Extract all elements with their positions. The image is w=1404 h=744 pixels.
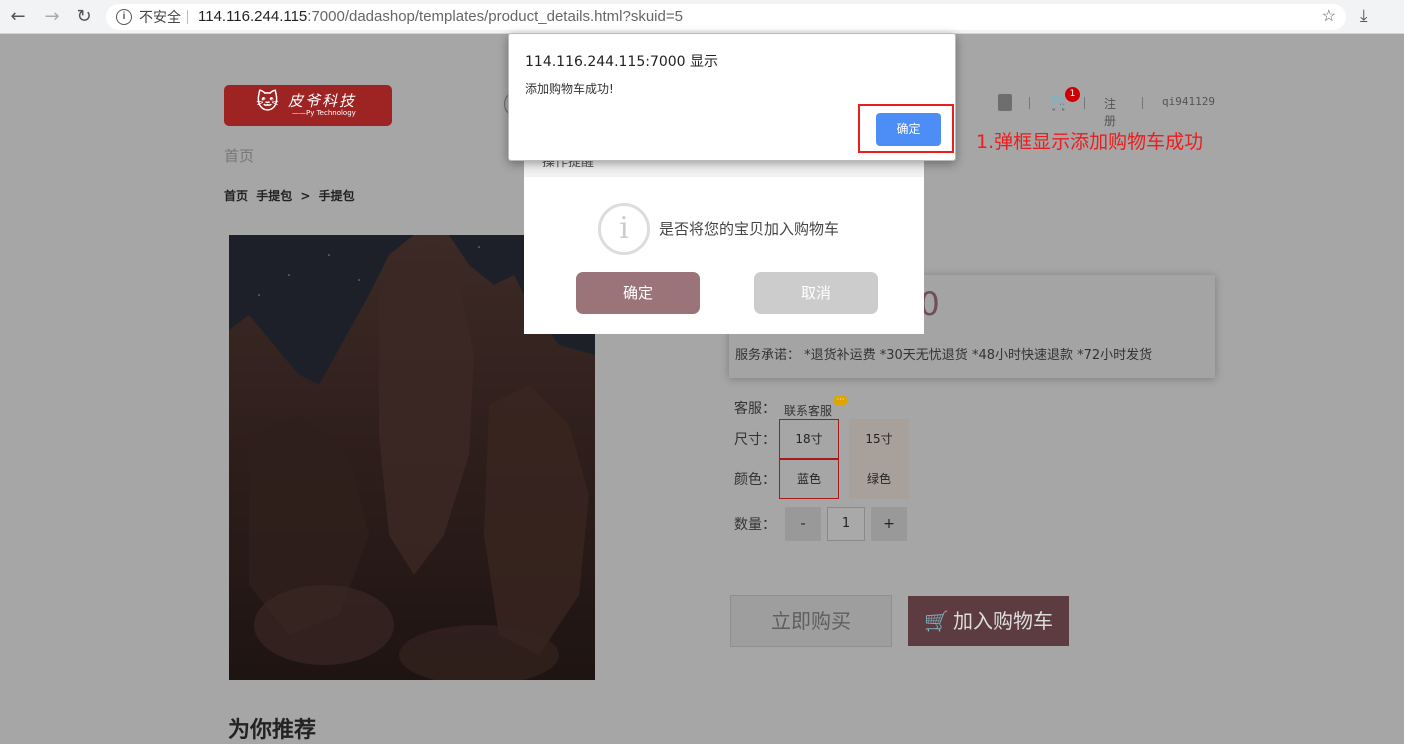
register-link[interactable]: 注册 [1104,95,1116,129]
add-to-cart-label: 加入购物车 [952,609,1053,633]
color-label: 颜色： [734,472,776,488]
annotation-text: 1.弹框显示添加购物车成功 [976,131,1204,153]
url-path: :7000/dadashop/templates/product_details… [307,8,683,25]
size-label: 尺寸： [734,432,776,448]
quantity-input[interactable]: 1 [827,507,865,541]
reload-icon[interactable]: ↻ [72,5,96,29]
confirm-dialog: 操作提醒 i 是否将您的宝贝加入购物车 确定 取消 [524,144,924,334]
size-option-15[interactable]: 15寸 [849,419,909,459]
breadcrumb-home[interactable]: 首页 [224,189,248,203]
color-option-green[interactable]: 绿色 [849,459,909,499]
download-icon[interactable]: ⤓ [1360,6,1368,26]
insecure-label: 不安全 [139,9,181,25]
recommend-title: 为你推荐 [228,718,317,743]
contact-service-link[interactable]: 联系客服 [784,402,832,419]
url-text[interactable]: 114.116.244.115:7000/dadashop/templates/… [198,4,683,30]
logo-title: 皮爷科技 [288,92,357,110]
info-icon: i [598,203,650,255]
annotation-highlight-box [858,104,954,153]
url-host: 114.116.244.115 [198,8,308,25]
cart-icon: 🛒 [924,609,949,633]
size-option-18[interactable]: 18寸 [779,419,839,459]
bookmark-star-icon[interactable]: ☆ [1322,4,1336,30]
chat-bubble-icon[interactable]: ··· [834,396,847,405]
alert-message: 添加购物车成功! [525,82,614,96]
breadcrumb-separator: > [300,189,311,203]
browser-toolbar: ← → ↻ i 不安全 114.116.244.115:7000/dadasho… [0,0,1404,34]
back-icon[interactable]: ← [6,5,30,29]
quantity-increase-button[interactable]: + [871,507,907,541]
username-link[interactable]: qi941129 [1162,95,1215,108]
forward-icon[interactable]: → [40,5,64,29]
address-bar[interactable]: i 不安全 114.116.244.115:7000/dadashop/temp… [106,4,1346,30]
alert-origin: 114.116.244.115:7000 显示 [525,54,719,70]
logo-subtitle: ——Py Technology [292,109,356,117]
buy-now-button[interactable]: 立即购买 [730,595,892,647]
cs-label: 客服： [734,401,776,417]
add-to-cart-button[interactable]: 🛒 加入购物车 [908,596,1069,646]
quantity-decrease-button[interactable]: - [785,507,821,541]
nav-divider [1142,97,1143,109]
breadcrumb-category[interactable]: 手提包 [256,189,292,203]
quantity-label: 数量： [734,517,776,533]
cat-logo-icon: 🐱 [256,90,279,115]
service-promise: 服务承诺： *退货补运费 *30天无忧退货 *48小时快速退款 *72小时发货 [735,348,1153,363]
info-icon[interactable]: i [116,9,132,25]
dialog-cancel-button[interactable]: 取消 [754,272,878,314]
nav-divider [1029,97,1030,109]
dialog-confirm-button[interactable]: 确定 [576,272,700,314]
cart-count-badge: 1 [1065,87,1080,102]
breadcrumb-current: 手提包 [318,189,355,203]
breadcrumb: 首页 手提包 > 手提包 [224,187,359,204]
dialog-message: 是否将您的宝贝加入购物车 [659,220,840,238]
color-option-blue[interactable]: 蓝色 [779,459,839,499]
document-icon[interactable] [998,94,1012,111]
logo[interactable]: 🐱 皮爷科技 ——Py Technology [224,85,392,126]
nav-home-link[interactable]: 首页 [224,145,254,166]
nav-divider [1084,97,1085,109]
omnibox-divider [187,10,188,24]
